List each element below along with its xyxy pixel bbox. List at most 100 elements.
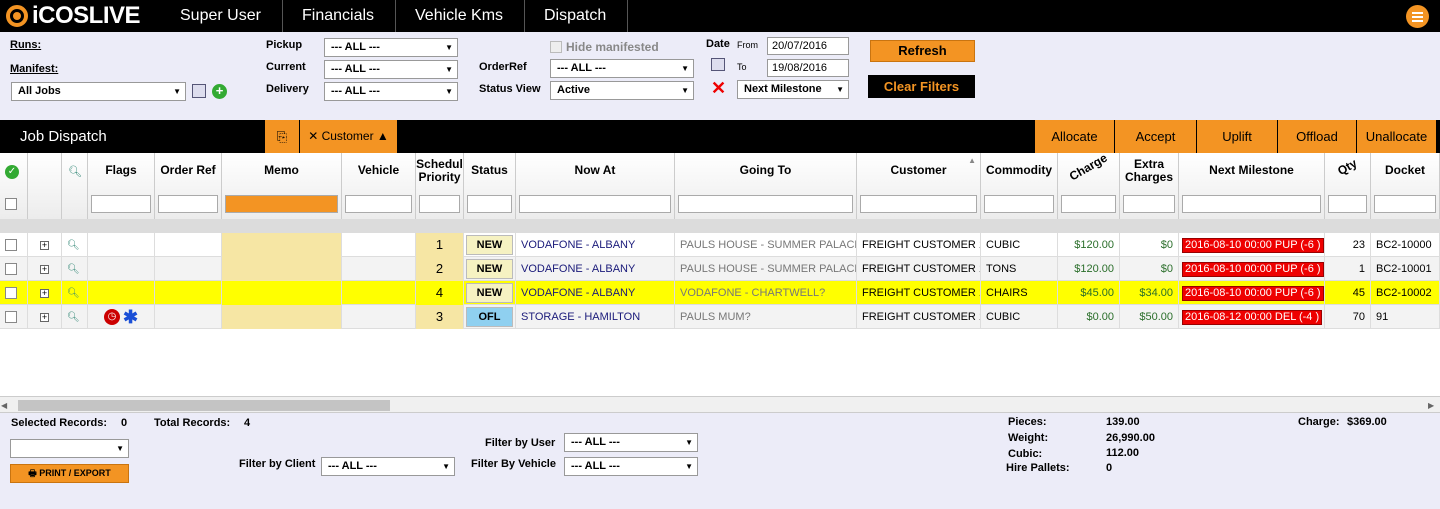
from-date-input[interactable]: 20/07/2016 — [767, 37, 849, 55]
vehicle-cell[interactable] — [342, 305, 416, 329]
flags-filter-input[interactable] — [91, 195, 151, 213]
expand-icon[interactable]: + — [40, 289, 49, 298]
uplift-button[interactable]: Uplift — [1197, 120, 1278, 153]
docket-filter-input[interactable] — [1374, 195, 1436, 213]
delivery-select[interactable]: --- ALL --- — [324, 82, 458, 101]
col-charge[interactable]: Charge — [1058, 151, 1120, 219]
col-status[interactable]: Status — [464, 153, 516, 219]
table-row[interactable]: + 🔍︎ 2 NEW VODAFONE - ALBANY PAULS HOUSE - SU… — [0, 257, 1440, 281]
row-checkbox[interactable] — [5, 311, 17, 323]
orderref-select[interactable]: --- ALL --- — [550, 59, 694, 78]
charge-filter-input[interactable] — [1061, 195, 1116, 213]
row-checkbox[interactable] — [5, 287, 17, 299]
manifest-link[interactable]: Manifest: — [10, 63, 58, 75]
scroll-left-icon[interactable]: ◀ — [1, 401, 7, 410]
table-row[interactable]: + 🔍︎ 4 NEW VODAFONE - ALBANY VODAFONE - CHART… — [0, 281, 1440, 305]
clear-date-icon[interactable]: ✕ — [711, 78, 726, 98]
view-details-icon[interactable]: 🔍︎ — [67, 312, 80, 323]
print-export-button[interactable]: 🖶︎ PRINT / EXPORT — [10, 464, 129, 483]
vehicle-cell[interactable] — [342, 233, 416, 257]
order-ref-filter-input[interactable] — [158, 195, 218, 213]
to-date-input[interactable]: 19/08/2016 — [767, 59, 849, 77]
nav-financials[interactable]: Financials — [281, 0, 397, 32]
priority-cell[interactable]: 2 — [416, 257, 464, 281]
filter-user-select[interactable]: --- ALL --- — [564, 433, 698, 452]
commodity-filter-input[interactable] — [984, 195, 1054, 213]
view-details-icon[interactable]: 🔍︎ — [67, 264, 80, 275]
calendar-icon[interactable] — [711, 58, 725, 71]
allocate-button[interactable]: Allocate — [1035, 120, 1115, 153]
nav-dispatch[interactable]: Dispatch — [523, 0, 629, 32]
view-details-icon[interactable]: 🔍︎ — [67, 288, 80, 299]
export-format-select[interactable] — [10, 439, 129, 458]
offload-button[interactable]: Offload — [1278, 120, 1357, 153]
vehicle-cell[interactable] — [342, 281, 416, 305]
extra-filter-input[interactable] — [1123, 195, 1175, 213]
col-qty[interactable]: Qty — [1325, 153, 1371, 219]
col-docket[interactable]: Docket — [1371, 153, 1440, 219]
group-chip-customer[interactable]: ✕ Customer ▲ — [300, 120, 398, 153]
pickup-select[interactable]: --- ALL --- — [324, 38, 458, 57]
runs-link[interactable]: Runs: — [10, 39, 41, 51]
priority-cell[interactable]: 4 — [416, 281, 464, 305]
hamburger-menu-icon[interactable] — [1406, 5, 1429, 28]
memo-cell[interactable] — [222, 257, 342, 281]
calendar-icon[interactable] — [192, 84, 206, 98]
hide-manifested-checkbox[interactable] — [550, 41, 562, 53]
milestone-select[interactable]: Next Milestone — [737, 80, 849, 99]
app-logo[interactable]: iCOSLIVE — [6, 2, 141, 29]
priority-filter-input[interactable] — [419, 195, 460, 213]
select-all-checkbox[interactable] — [5, 198, 17, 210]
now-at-filter-input[interactable] — [519, 195, 671, 213]
check-all-icon[interactable]: ✓ — [5, 165, 19, 179]
milestone-filter-input[interactable] — [1182, 195, 1321, 213]
clear-filters-button[interactable]: Clear Filters — [868, 75, 975, 98]
manifest-select[interactable]: All Jobs — [11, 82, 186, 101]
table-row[interactable]: + 🔍︎ ◷ ✱ 3 OFL STORAGE - HAMILTON PAULS MUM? FRE… — [0, 305, 1440, 329]
unallocate-button[interactable]: Unallocate — [1357, 120, 1437, 153]
memo-cell[interactable] — [222, 281, 342, 305]
col-vehicle[interactable]: Vehicle — [342, 153, 416, 219]
memo-filter-input[interactable] — [225, 195, 338, 213]
accept-button[interactable]: Accept — [1115, 120, 1197, 153]
col-extra-charges[interactable]: Extra Charges — [1120, 153, 1179, 219]
table-row[interactable]: + 🔍︎ 1 NEW VODAFONE - ALBANY PAULS HOUSE - SU… — [0, 233, 1440, 257]
expand-icon[interactable]: + — [40, 313, 49, 322]
status-filter-input[interactable] — [467, 195, 512, 213]
col-flags[interactable]: Flags — [88, 153, 155, 219]
priority-cell[interactable]: 3 — [416, 305, 464, 329]
vehicle-cell[interactable] — [342, 257, 416, 281]
export-icon[interactable]: ⎘ — [264, 120, 300, 153]
expand-icon[interactable]: + — [40, 265, 49, 274]
col-now-at[interactable]: Now At — [516, 153, 675, 219]
view-details-icon[interactable]: 🔍︎ — [67, 240, 80, 251]
current-select[interactable]: --- ALL --- — [324, 60, 458, 79]
expand-icon[interactable]: + — [40, 241, 49, 250]
scroll-right-icon[interactable]: ▶ — [1428, 401, 1434, 410]
remove-group-icon[interactable]: ✕ — [308, 129, 321, 143]
nav-super-user[interactable]: Super User — [159, 0, 283, 32]
scrollbar-thumb[interactable] — [18, 400, 390, 411]
status-view-select[interactable]: Active — [550, 81, 694, 100]
col-customer[interactable]: Customer ▲ — [857, 153, 981, 219]
filter-client-select[interactable]: --- ALL --- — [321, 457, 455, 476]
customer-filter-input[interactable] — [860, 195, 977, 213]
row-checkbox[interactable] — [5, 239, 17, 251]
col-order-ref[interactable]: Order Ref — [155, 153, 222, 219]
add-icon[interactable]: + — [212, 84, 227, 99]
filter-vehicle-select[interactable]: --- ALL --- — [564, 457, 698, 476]
vehicle-filter-input[interactable] — [345, 195, 412, 213]
col-memo[interactable]: Memo — [222, 153, 342, 219]
col-priority[interactable]: Schedul Priority — [416, 153, 464, 219]
col-commodity[interactable]: Commodity — [981, 153, 1058, 219]
row-checkbox[interactable] — [5, 263, 17, 275]
col-next-milestone[interactable]: Next Milestone — [1179, 153, 1325, 219]
refresh-button[interactable]: Refresh — [870, 40, 975, 62]
qty-filter-input[interactable] — [1328, 195, 1367, 213]
nav-vehicle-kms[interactable]: Vehicle Kms — [394, 0, 526, 32]
memo-cell[interactable] — [222, 233, 342, 257]
going-to-filter-input[interactable] — [678, 195, 853, 213]
col-going-to[interactable]: Going To — [675, 153, 857, 219]
horizontal-scrollbar[interactable]: ◀ ▶ — [0, 396, 1440, 413]
memo-cell[interactable] — [222, 305, 342, 329]
